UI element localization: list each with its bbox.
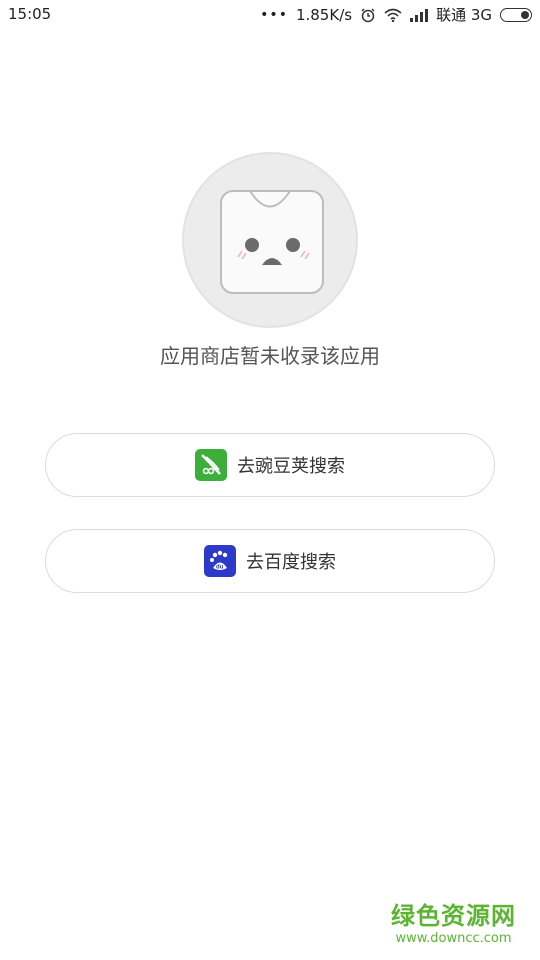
- alarm-icon: [361, 7, 375, 22]
- wifi-icon: [384, 8, 402, 22]
- empty-store-illustration: [182, 152, 358, 328]
- wandoujia-icon: [195, 449, 227, 481]
- watermark-url: www.downcc.com: [395, 931, 512, 946]
- search-wandoujia-label: 去豌豆荚搜索: [237, 456, 345, 477]
- carrier-label: 联通 3G: [436, 6, 492, 24]
- status-time: 15:05: [8, 5, 52, 23]
- status-bar: 15:05 ••• 1.85K/s 联通 3G: [0, 0, 540, 30]
- baidu-icon: du: [204, 545, 236, 577]
- status-right: ••• 1.85K/s 联通 3G: [260, 4, 532, 25]
- battery-icon: [500, 7, 532, 22]
- sad-bag-icon: [220, 190, 324, 294]
- search-baidu-label: 去百度搜索: [246, 552, 336, 573]
- svg-text:du: du: [216, 565, 224, 571]
- search-wandoujia-button[interactable]: 去豌豆荚搜索: [45, 433, 495, 497]
- watermark-title: 绿色资源网: [391, 902, 516, 930]
- signal-icon: [410, 8, 429, 22]
- network-speed: 1.85K/s: [295, 5, 353, 24]
- more-dots-icon: •••: [260, 6, 288, 23]
- watermark: 绿色资源网 www.downcc.com: [391, 896, 516, 946]
- search-baidu-button[interactable]: du 去百度搜索: [45, 529, 495, 593]
- empty-message: 应用商店暂未收录该应用: [160, 344, 380, 368]
